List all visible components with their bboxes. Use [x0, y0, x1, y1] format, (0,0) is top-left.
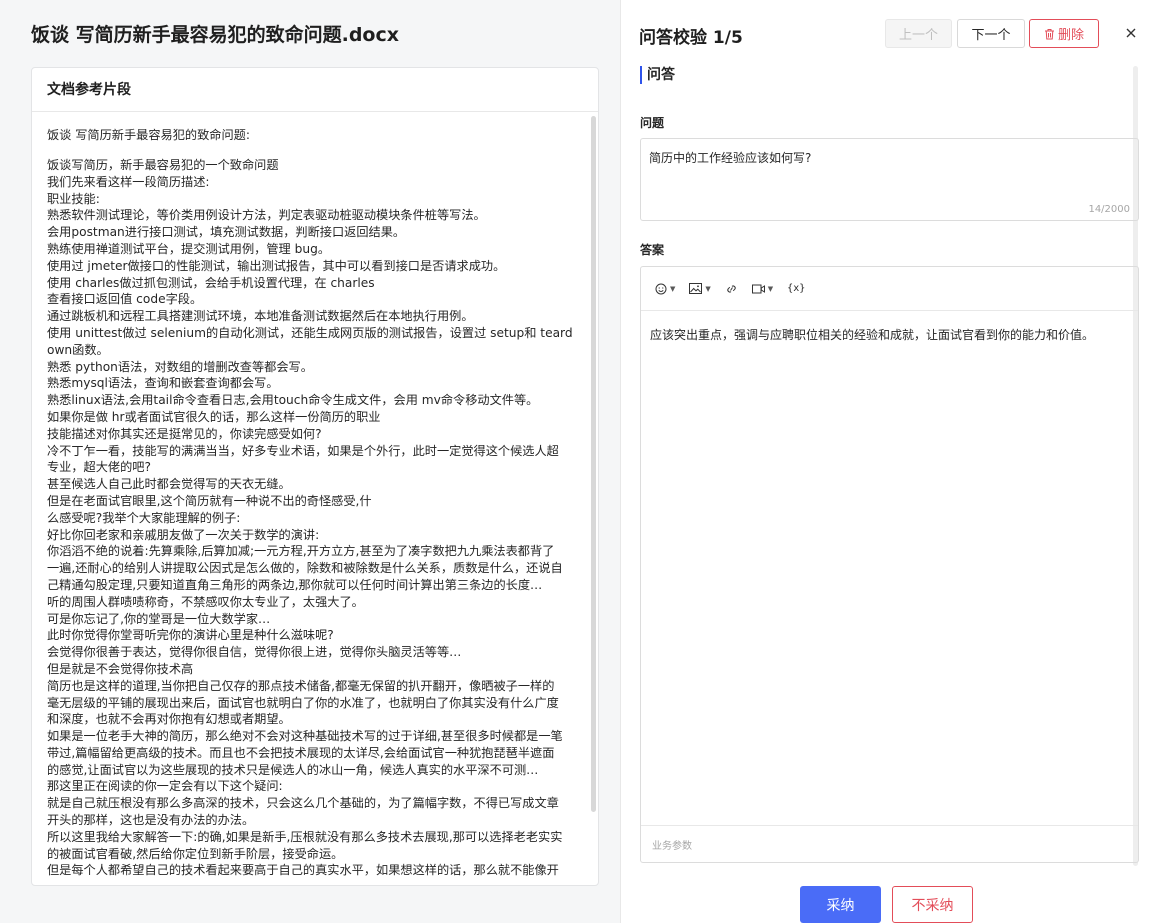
accept-button[interactable]: 采纳 — [800, 886, 881, 923]
video-tool[interactable]: ▼ — [751, 284, 774, 294]
reference-card-body[interactable]: 饭谈 写简历新手最容易犯的致命问题: 饭谈写简历，新手最容易犯的一个致命问题 我们… — [32, 112, 598, 885]
video-icon — [751, 284, 765, 293]
answer-text: 应该突出重点，强调与应聘职位相关的经验和成就，让面试官看到你的能力和价值。 — [650, 328, 1095, 342]
reference-line: 冷不丁乍一看，技能写的满满当当，好多专业术语，如果是个外行，此时一定觉得这个候选… — [47, 443, 559, 458]
reference-line: 熟悉 python语法，对数组的增删改查等都会写。 — [47, 359, 313, 374]
close-icon[interactable] — [1123, 25, 1139, 41]
question-label: 问题 — [640, 116, 665, 130]
reject-button[interactable]: 不采纳 — [892, 886, 973, 923]
reference-line: 我们先来看这样一段简历描述: — [47, 174, 210, 189]
reference-line: 会用postman进行接口测试，填充测试数据，判断接口返回结果。 — [47, 225, 406, 240]
reference-line: 查看接口返回值 code字段。 — [47, 292, 203, 307]
reference-text: 饭谈写简历，新手最容易犯的一个致命问题 我们先来看这样一段简历描述: 职业技能: 熟悉… — [47, 157, 582, 879]
delete-button[interactable]: 删除 — [1029, 19, 1099, 48]
reference-line: 如果你是做 hr或者面试官很久的话，那么这样一份简历的职业 — [47, 409, 381, 424]
reference-line: 简历也是这样的道理,当你把自己仅存的那点技术储备,都毫无保留的扒开翻开，像晒被子… — [47, 678, 555, 693]
question-counter: 14/2000 — [1088, 204, 1130, 215]
editor-toolbar: ▼ ▼ ▼ {x} — [641, 267, 1138, 311]
reference-line: 专业，超大佬的吧? — [47, 460, 151, 475]
document-pane: 饭谈 写简历新手最容易犯的致命问题.docx 文档参考片段 饭谈 写简历新手最容… — [0, 0, 621, 923]
editor-footer: 业务参数 — [641, 825, 1138, 862]
reference-card: 文档参考片段 饭谈 写简历新手最容易犯的致命问题: 饭谈写简历，新手最容易犯的一… — [31, 67, 599, 886]
reference-line: 那这里正在阅读的你一定会有以下这个疑问: — [47, 779, 283, 794]
reference-line: 就是自己就压根没有那么多高深的技术，只会这么几个基础的，为了篇幅字数，不得已写成… — [47, 796, 559, 811]
reference-line: 但是每个人都希望自己的技术看起来要高于自己的真实水平，如果想这样的话，那么就不能… — [47, 863, 559, 878]
reference-line: 技能描述对你其实还是挺常见的，你读完感受如何? — [47, 426, 322, 441]
reference-scrollbar[interactable] — [591, 116, 596, 812]
reference-line: 职业技能: — [47, 191, 100, 206]
reference-first-line: 饭谈 写简历新手最容易犯的致命问题: — [47, 128, 250, 142]
reference-line: 使用 charles做过抓包测试，会给手机设置代理，在 charles — [47, 275, 375, 290]
section-heading: 问答 — [640, 66, 675, 84]
reference-line: 会觉得你很善于表达，觉得你很自信，觉得你很上进，觉得你头脑灵活等等… — [47, 645, 462, 660]
reference-line: 开头的那样，这也是没有办法的办法。 — [47, 813, 255, 828]
reference-line: 甚至候选人自己此时都会觉得写的天衣无缝。 — [47, 477, 291, 492]
reference-line: 听的周围人群啧啧称奇，不禁感叹你太专业了，太强大了。 — [47, 594, 364, 609]
chevron-down-icon: ▼ — [767, 284, 774, 293]
variable-tool[interactable]: {x} — [787, 283, 805, 294]
reference-line: 的被面试官看破,然后给你定位到新手阶层，接受命运。 — [47, 846, 344, 861]
image-tool[interactable]: ▼ — [689, 283, 711, 294]
reference-line: 毫无层级的平铺的展现出来后，面试官也就明白了你的水准了，也就明白了你其实没有什么… — [47, 695, 559, 710]
reference-line: 饭谈写简历，新手最容易犯的一个致命问题 — [47, 158, 279, 172]
reference-line: 熟悉mysql语法，查询和嵌套查询都会写。 — [47, 376, 279, 391]
link-tool[interactable] — [725, 283, 738, 295]
question-text: 简历中的工作经验应该如何写? — [649, 151, 812, 165]
next-button[interactable]: 下一个 — [957, 19, 1025, 48]
emoji-tool[interactable]: ▼ — [655, 283, 675, 295]
question-input[interactable]: 简历中的工作经验应该如何写? 14/2000 — [640, 138, 1139, 221]
reference-line: 一遍,还耐心的给别人讲提取公因式是怎么做的，除数和被除数是什么关系，质数是什么，… — [47, 561, 563, 576]
reference-line: 么感受呢?我举个大家能理解的例子: — [47, 510, 241, 525]
reference-line: 熟悉软件测试理论，等价类用例设计方法，判定表驱动桩驱动模块条件桩等写法。 — [47, 208, 486, 223]
reference-line: 但是就是不会觉得你技术高 — [47, 661, 194, 676]
document-title: 饭谈 写简历新手最容易犯的致命问题.docx — [31, 24, 400, 46]
reference-line: 己精通勾股定理,只要知道直角三角形的两条边,那你就可以任何时间计算出第三条边的长… — [47, 577, 543, 592]
reference-line: 可是你忘记了,你的堂哥是一位大数学家… — [47, 611, 271, 626]
reference-line: 熟悉linux语法,会用tail命令查看日志,会用touch命令生成文件，会用 … — [47, 393, 539, 408]
image-icon — [689, 283, 703, 294]
emoji-icon — [655, 283, 667, 294]
business-params[interactable]: 业务参数 — [652, 837, 692, 852]
reference-line: 熟练使用禅道测试平台，提交测试用例，管理 bug。 — [47, 241, 331, 256]
reference-line: 和深度，也就不会再对你抱有幻想或者期望。 — [47, 712, 291, 727]
answer-editor[interactable]: ▼ ▼ ▼ {x} 应该突出重点，强调与应聘职位相关的经验和成就，让面试官看到你… — [640, 266, 1139, 863]
reference-line: 带过,篇幅留给更高级的技术。而且也不会把技术展现的太详尽,会给面试官一种犹抱琵琶… — [47, 745, 555, 760]
reference-line: 此时你觉得你堂哥听完你的演讲心里是种什么滋味呢? — [47, 628, 334, 643]
reference-line: 但是在老面试官眼里,这个简历就有一种说不出的奇怪感受,什 — [47, 493, 372, 508]
delete-label: 删除 — [1057, 28, 1084, 43]
prev-button[interactable]: 上一个 — [885, 19, 952, 48]
reference-line: 通过跳板机和远程工具搭建测试环境，本地准备测试数据然后在本地执行用例。 — [47, 309, 474, 324]
reference-line: 使用过 jmeter做接口的性能测试，输出测试报告，其中可以看到接口是否请求成功… — [47, 258, 506, 273]
trash-icon — [1044, 28, 1054, 39]
qa-title: 问答校验 1/5 — [639, 28, 743, 48]
reference-card-header: 文档参考片段 — [32, 68, 598, 112]
reference-line: 好比你回老家和亲戚朋友做了一次关于数学的演讲: — [47, 527, 320, 542]
reference-line: 如果是一位老手大神的简历，那么绝对不会对这种基础技术写的过于详细,甚至很多时候都… — [47, 729, 563, 744]
reference-line: 使用 unittest做过 selenium的自动化测试，还能生成网页版的测试报… — [47, 325, 573, 340]
reference-line: 所以这里我给大家解答一下:的确,如果是新手,压根就没有那么多技术去展现,那可以选… — [47, 829, 563, 844]
reference-line: 的感觉,让面试官以为这些展现的技术只是候选人的冰山一角，候选人真实的水平深不可测… — [47, 762, 539, 777]
reference-line: own函数。 — [47, 342, 109, 357]
reference-line: 你滔滔不绝的说着:先算乘除,后算加减;一元方程,开方立方,甚至为了凑字数把九九乘… — [47, 544, 555, 559]
chevron-down-icon: ▼ — [670, 284, 676, 293]
chevron-down-icon: ▼ — [705, 284, 711, 293]
variable-icon: {x} — [787, 283, 806, 294]
link-icon — [727, 285, 736, 292]
qa-pane: 问答校验 1/5 上一个 下一个 删除 问答 问题 简历中的工作经验应该如何写?… — [621, 0, 1155, 923]
answer-label: 答案 — [640, 243, 665, 257]
